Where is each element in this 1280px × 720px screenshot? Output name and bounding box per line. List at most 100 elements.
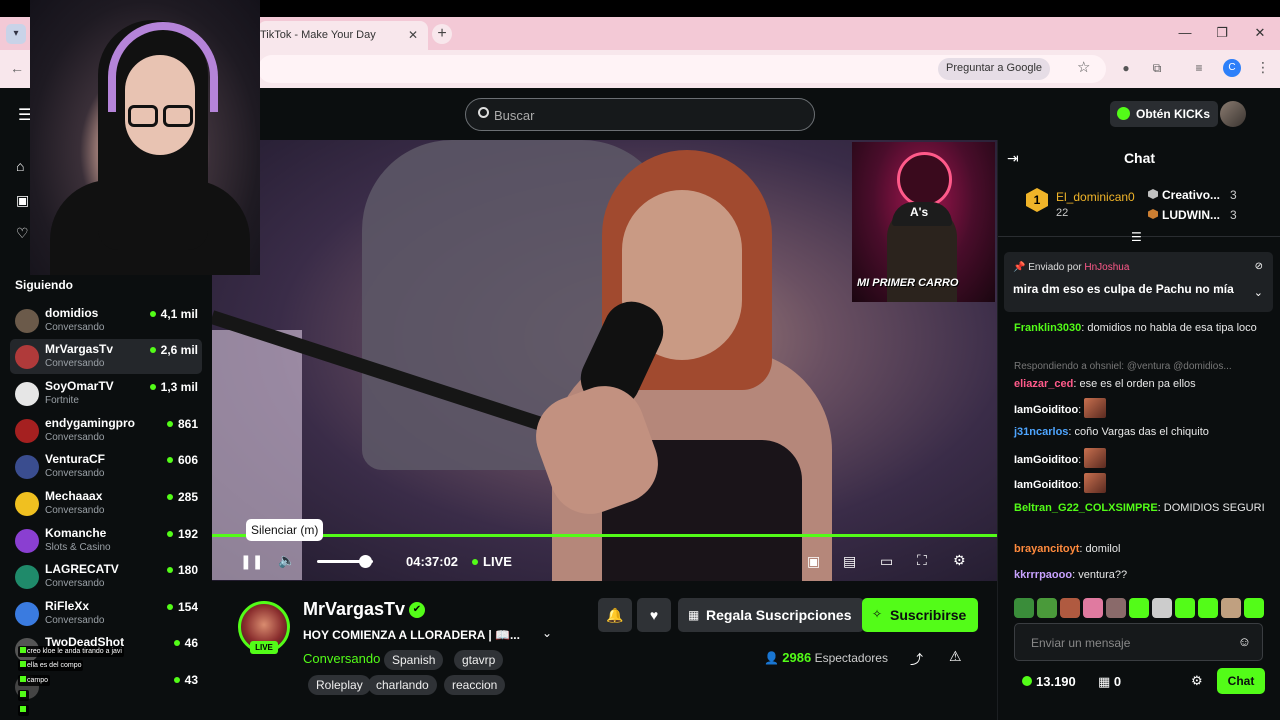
sidebar-item[interactable]: LAGRECATV Conversando 180 xyxy=(10,559,202,594)
leaderboard-item[interactable]: Creativo... 3 xyxy=(1148,188,1278,202)
user-avatar[interactable] xyxy=(1220,101,1246,127)
overlay-chat-text: ella es del compo xyxy=(27,662,82,669)
new-tab-button[interactable]: + xyxy=(432,24,452,44)
chat-message[interactable]: kkrrrpaooo: ventura?? xyxy=(1014,567,1270,583)
tag-chip[interactable]: charlando xyxy=(368,675,437,695)
preguntar-google-button[interactable]: Preguntar a Google xyxy=(938,58,1051,80)
share-icon[interactable]: ⤴ xyxy=(910,649,923,668)
reading-list-icon[interactable]: ≡ xyxy=(1191,60,1207,76)
gift-count[interactable]: ▦ 0 xyxy=(1098,674,1121,690)
chevron-down-icon[interactable]: ⌄ xyxy=(542,626,552,640)
chat-username[interactable]: j31ncarlos xyxy=(1014,426,1068,438)
chat-text: DOMIDIOS SEGURI xyxy=(1163,502,1265,514)
live-indicator[interactable]: LIVE xyxy=(472,554,512,569)
report-warning-icon[interactable]: ⚠ xyxy=(949,648,962,665)
sidebar-item[interactable]: domidios Conversando 4,1 mil xyxy=(10,303,202,338)
chat-username[interactable]: IamGoiditoo xyxy=(1014,454,1078,466)
emote-icon[interactable] xyxy=(1152,598,1172,618)
chat-settings-icon[interactable]: ⚙ xyxy=(1191,673,1203,689)
chat-message[interactable]: j31ncarlos: coño Vargas das el chiquito xyxy=(1014,424,1270,440)
minimize-button[interactable]: — xyxy=(1170,25,1200,40)
emote-icon[interactable] xyxy=(1037,598,1057,618)
gift-subs-button[interactable]: ▦ Regala Suscripciones xyxy=(678,598,864,632)
settings-gear-icon[interactable]: ⚙ xyxy=(953,552,966,569)
tab-search-button[interactable]: ▾ xyxy=(6,24,26,44)
cookie-extension-icon[interactable]: ● xyxy=(1118,60,1134,76)
chat-input[interactable]: Enviar un mensaje ☺ xyxy=(1014,623,1263,661)
back-icon[interactable]: ← xyxy=(10,60,24,76)
browser-tab-active[interactable]: TikTok - Make Your Day ✕ xyxy=(258,21,428,50)
emote-icon[interactable] xyxy=(1060,598,1080,618)
channel-points[interactable]: 13.190 xyxy=(1022,674,1076,689)
filter-icon[interactable]: ☰ xyxy=(1131,230,1142,244)
chat-username[interactable]: IamGoiditoo xyxy=(1014,479,1078,491)
streamer-name[interactable]: MrVargasTv xyxy=(303,599,405,620)
close-window-button[interactable]: ✕ xyxy=(1245,25,1275,41)
leaderboard-item[interactable]: LUDWIN... 3 xyxy=(1148,208,1278,222)
progress-bar[interactable] xyxy=(212,534,997,537)
bookmark-star-icon[interactable]: ☆ xyxy=(1077,58,1090,76)
restore-button[interactable]: ❐ xyxy=(1207,25,1237,41)
tab-close-icon[interactable]: ✕ xyxy=(408,28,418,42)
tag-chip[interactable]: reaccion xyxy=(444,675,506,695)
pause-icon[interactable]: ❚❚ xyxy=(240,553,263,570)
emote-icon[interactable] xyxy=(1014,598,1034,618)
emote-icon[interactable] xyxy=(1106,598,1126,618)
chat-username[interactable]: Franklin3030 xyxy=(1014,322,1081,334)
viewer-count: 861 xyxy=(167,417,198,431)
chat-message[interactable]: IamGoiditoo: xyxy=(1014,448,1270,468)
emote-icon[interactable] xyxy=(1198,598,1218,618)
clip-icon[interactable]: ▤ xyxy=(843,553,856,570)
sidebar-item[interactable]: RiFleXx Conversando 154 xyxy=(10,596,202,631)
viewers-number: 2986 xyxy=(782,650,812,665)
fullscreen-icon[interactable]: ⛶ xyxy=(917,552,927,569)
gift-count-value: 0 xyxy=(1113,674,1122,689)
follow-heart-button[interactable]: ♥ xyxy=(637,598,671,632)
emote-icon[interactable] xyxy=(1129,598,1149,618)
stream-category[interactable]: Conversando xyxy=(303,651,380,666)
search-input[interactable]: Buscar xyxy=(465,98,815,131)
tag-chip[interactable]: Spanish xyxy=(384,650,444,670)
miniplayer-icon[interactable]: ▣ xyxy=(807,553,820,570)
chat-username[interactable]: Beltran_G22_COLXSIMPRE xyxy=(1014,502,1158,514)
emoji-icon[interactable]: ☺ xyxy=(1238,634,1251,649)
emote-icon[interactable] xyxy=(1083,598,1103,618)
pinned-message[interactable]: 📌 Enviado por HnJoshua mira dm eso es cu… xyxy=(1004,252,1273,312)
chat-message[interactable]: eliazar_ced: ese es el orden pa ellos xyxy=(1014,376,1270,392)
chevron-down-icon[interactable]: ⌄ xyxy=(1254,286,1263,299)
sidebar-item[interactable]: Mechaaax Conversando 285 xyxy=(10,486,202,521)
volume-icon[interactable]: 🔈 xyxy=(278,552,295,569)
chat-username[interactable]: eliazar_ced xyxy=(1014,378,1073,390)
badge-icon xyxy=(20,691,26,697)
chat-username[interactable]: kkrrrpaooo xyxy=(1014,569,1072,581)
send-chat-button[interactable]: Chat xyxy=(1217,668,1265,694)
subscribe-button[interactable]: ✧ Suscribirse xyxy=(862,598,979,632)
sidebar-item[interactable]: MrVargasTv Conversando 2,6 mil xyxy=(10,339,202,374)
chat-message[interactable]: IamGoiditoo: xyxy=(1014,398,1270,418)
overlay-chat-line xyxy=(18,690,29,701)
tag-chip[interactable]: Roleplay xyxy=(308,675,371,695)
emote-icon[interactable] xyxy=(1221,598,1241,618)
chat-username[interactable]: brayancitoyt xyxy=(1014,543,1079,555)
sidebar-item[interactable]: SoyOmarTV Fortnite 1,3 mil xyxy=(10,376,202,411)
theater-mode-icon[interactable]: ▭ xyxy=(880,553,893,570)
emote-icon[interactable] xyxy=(1244,598,1264,618)
emote-icon[interactable] xyxy=(1175,598,1195,618)
notification-bell-button[interactable]: 🔔 xyxy=(598,598,632,632)
sidebar-item[interactable]: Komanche Slots & Casino 192 xyxy=(10,523,202,558)
chat-username[interactable]: IamGoiditoo xyxy=(1014,404,1078,416)
chat-message[interactable]: brayancitoyt: domilol xyxy=(1014,541,1270,557)
browser-menu-icon[interactable]: ⋮ xyxy=(1256,59,1270,76)
chat-message[interactable]: IamGoiditoo: xyxy=(1014,473,1270,493)
chat-message[interactable]: Beltran_G22_COLXSIMPRE: DOMIDIOS SEGURI xyxy=(1014,500,1270,516)
hide-pinned-icon[interactable]: ⊘ xyxy=(1255,261,1263,272)
volume-knob[interactable] xyxy=(359,555,372,568)
sidebar-item[interactable]: endygamingpro Conversando 861 xyxy=(10,413,202,448)
get-kicks-button[interactable]: Obtén KICKs xyxy=(1110,101,1219,127)
profile-avatar[interactable]: C xyxy=(1223,59,1241,77)
chat-message[interactable]: Franklin3030: domidios no habla de esa t… xyxy=(1014,320,1270,336)
sidebar-item[interactable]: VenturaCF Conversando 606 xyxy=(10,449,202,484)
tag-chip[interactable]: gtavrp xyxy=(454,650,504,670)
channel-name: VenturaCF xyxy=(45,452,106,466)
extensions-puzzle-icon[interactable]: ⧉ xyxy=(1149,60,1165,76)
